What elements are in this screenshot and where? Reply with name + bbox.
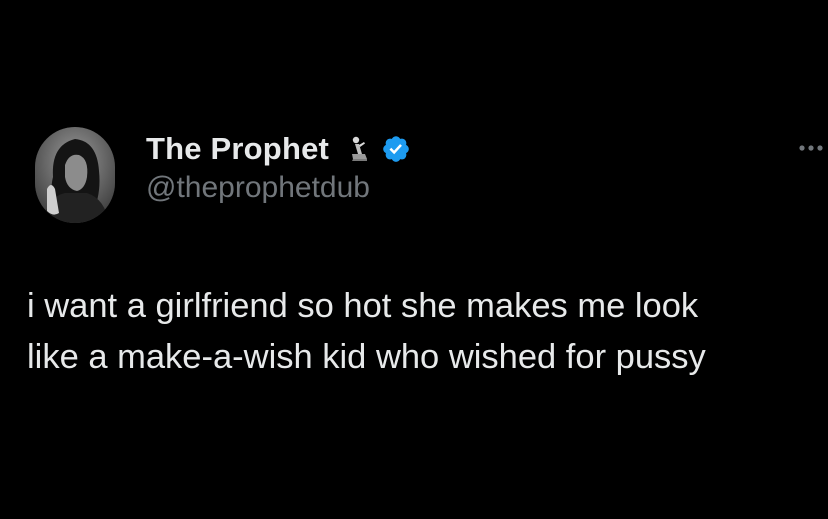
tweet-card[interactable]: The Prophet @theprophetdub i want a girl… [0,0,828,519]
more-options-button[interactable] [796,136,828,160]
avatar-image [35,127,115,223]
verified-badge-icon[interactable] [381,134,411,164]
ellipsis-icon [799,145,823,151]
display-name[interactable]: The Prophet [146,131,329,167]
praying-figure-icon [347,134,369,164]
author-name-row[interactable]: The Prophet [146,129,411,169]
avatar[interactable] [35,127,115,223]
author-handle[interactable]: @theprophetdub [146,171,370,205]
tweet-text: i want a girlfriend so hot she makes me … [27,287,706,376]
